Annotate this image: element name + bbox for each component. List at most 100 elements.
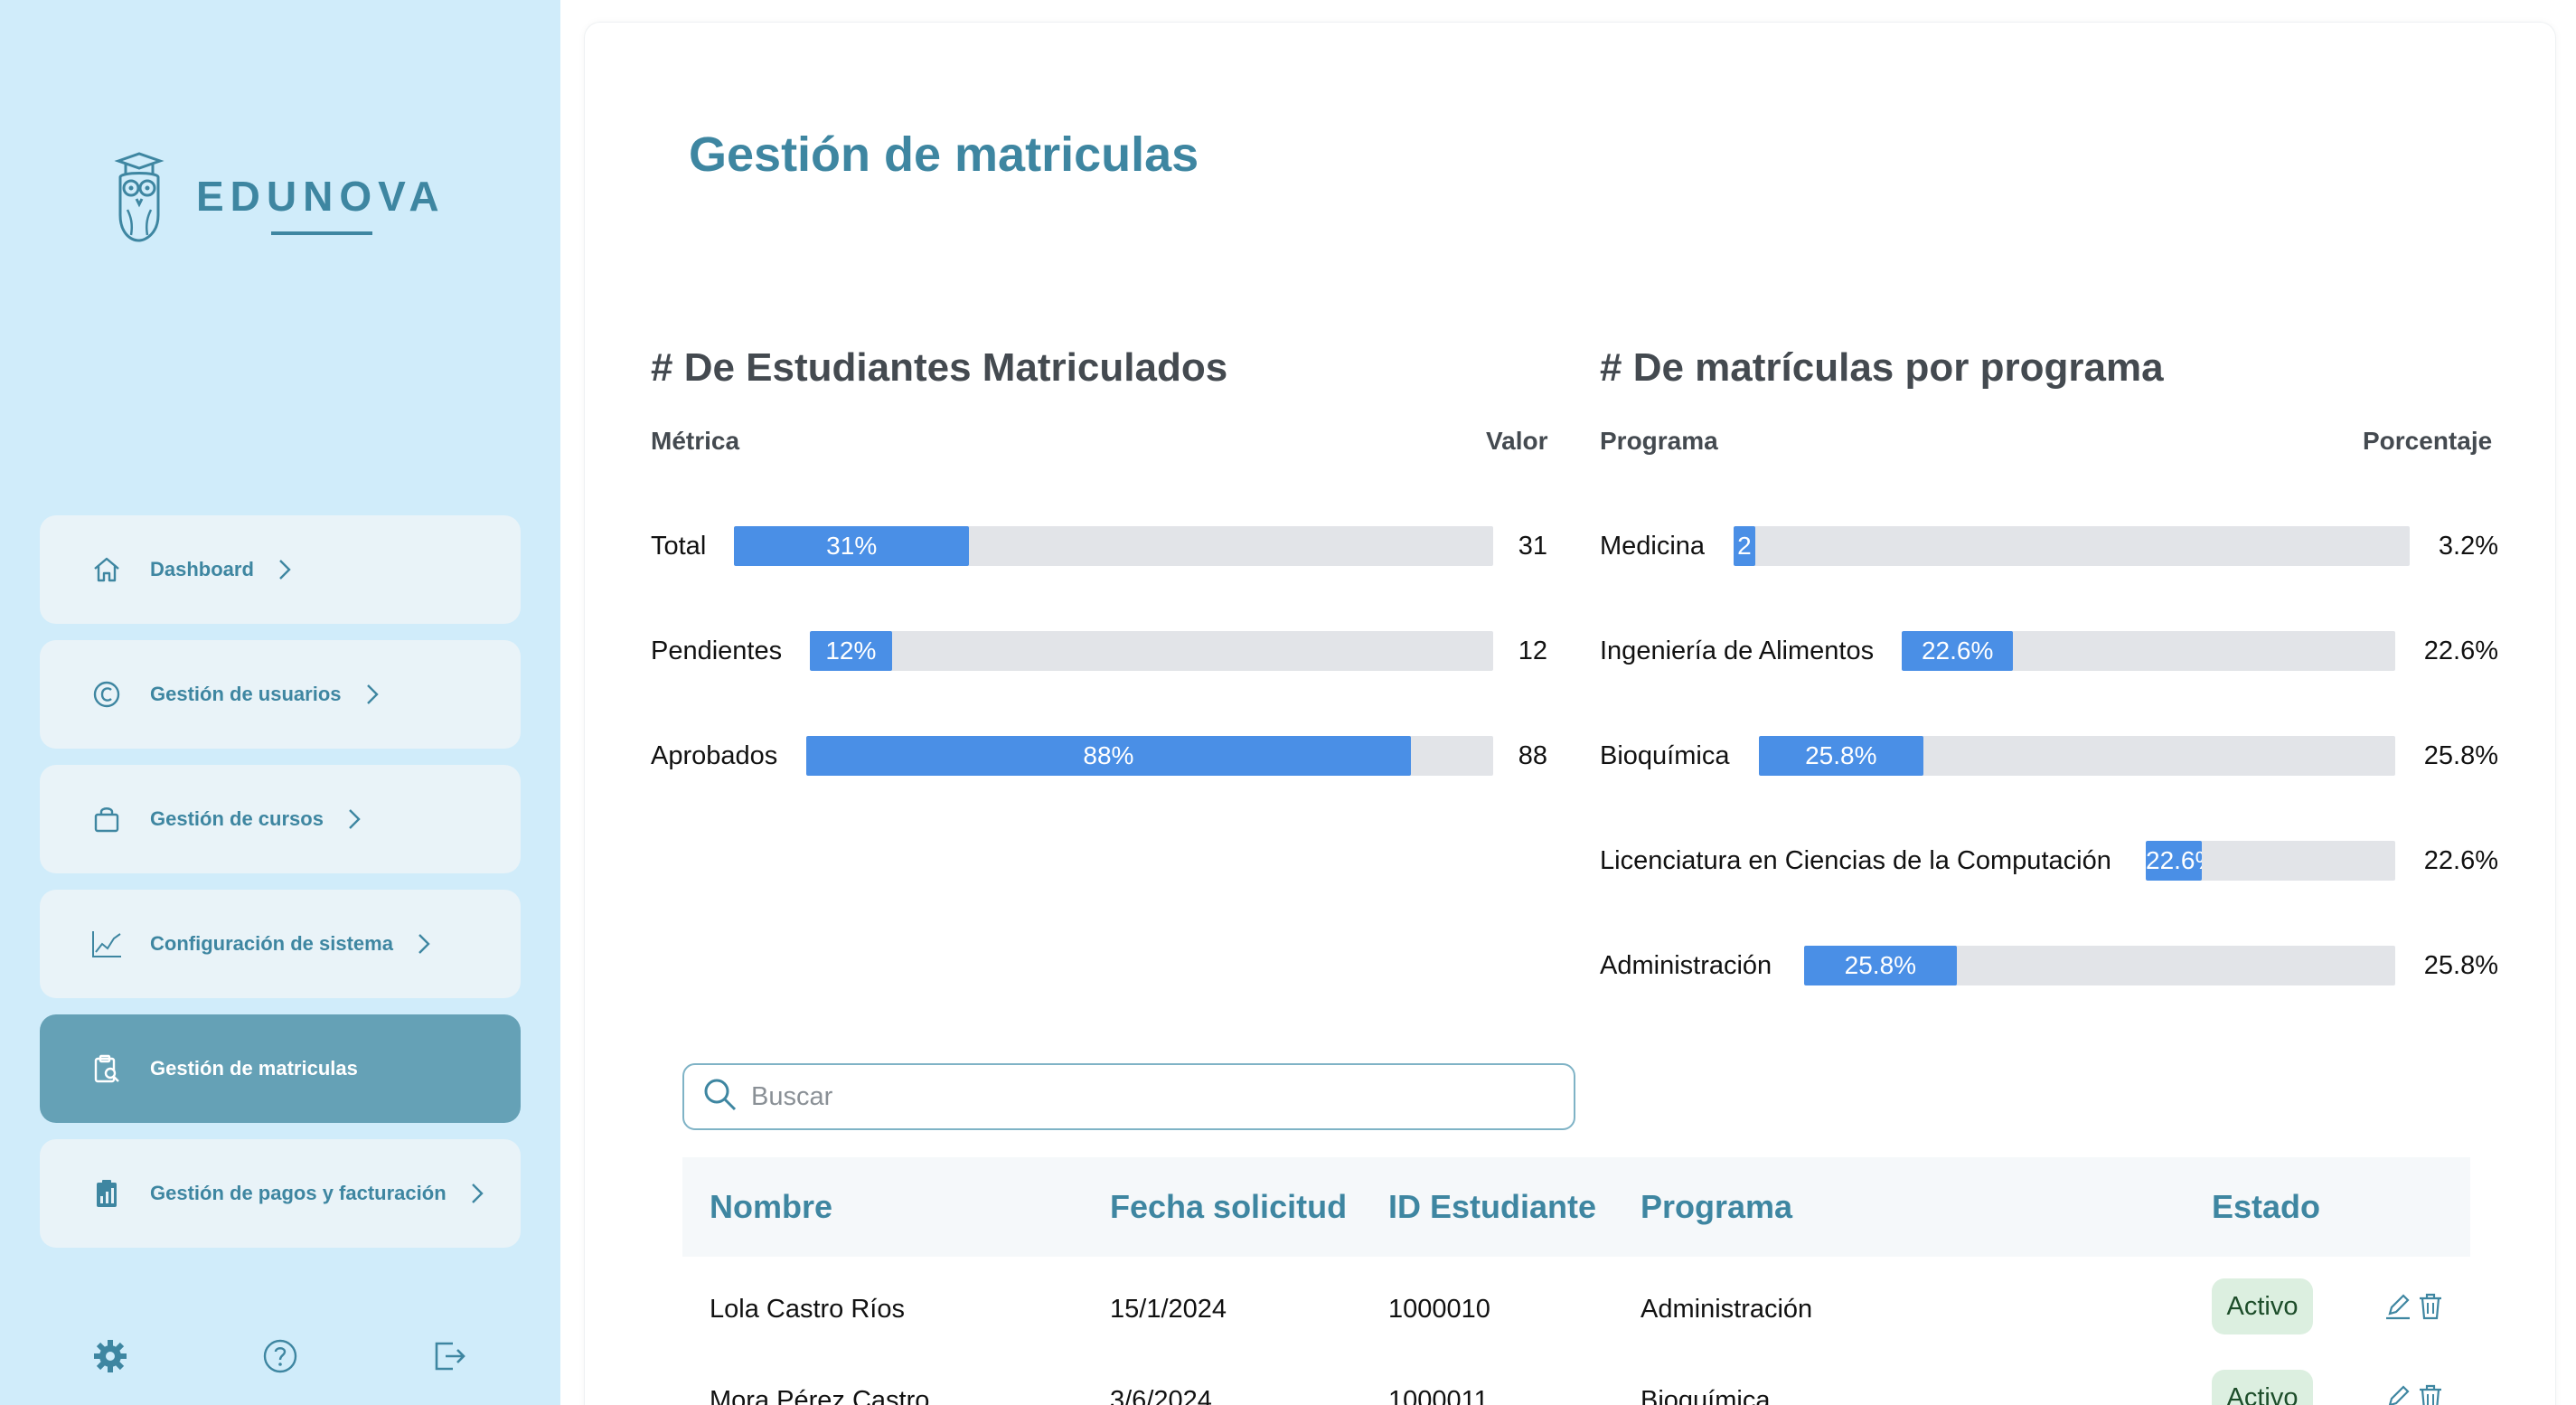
search-icon — [702, 1077, 738, 1117]
chevron-right-icon — [470, 1182, 484, 1205]
metric-value: 88 — [1518, 741, 1547, 770]
edit-icon[interactable] — [2383, 1382, 2412, 1405]
progress-label: 22.6% — [1921, 636, 1994, 665]
progress-fill: 12% — [810, 631, 892, 671]
search-box[interactable] — [682, 1063, 1575, 1130]
table-row[interactable]: Lola Castro Ríos 15/1/2024 1000010 Admin… — [682, 1269, 2470, 1360]
program-percent: 25.8% — [2423, 741, 2498, 770]
bag-icon — [90, 803, 123, 835]
program-label: Bioquímica — [1600, 741, 1730, 770]
program-column-header: Programa — [1600, 427, 1718, 455]
table-header: Nombre Fecha solicitud ID Estudiante Pro… — [682, 1157, 2470, 1257]
progress-label: 12% — [825, 636, 877, 665]
column-header-date[interactable]: Fecha solicitud — [1110, 1188, 1347, 1226]
progress-bar: 31% — [734, 526, 1493, 566]
brand-name: EDUNOVA — [196, 173, 446, 220]
help-icon[interactable] — [260, 1336, 300, 1376]
sidebar-item-enrollments[interactable]: Gestión de matriculas — [40, 1014, 521, 1123]
progress-label: 88% — [1083, 741, 1134, 769]
brand-logo: EDUNOVA — [113, 152, 456, 242]
gear-icon[interactable] — [90, 1336, 130, 1376]
student-name: Lola Castro Ríos — [710, 1295, 905, 1324]
column-header-id[interactable]: ID Estudiante — [1388, 1188, 1596, 1226]
table-row[interactable]: Mora Pérez Castro 3/6/2024 1000011 Bioqu… — [682, 1361, 2470, 1405]
percent-column-header: Porcentaje — [2363, 427, 2493, 455]
program-percent: 22.6% — [2423, 846, 2498, 875]
column-header-name[interactable]: Nombre — [710, 1188, 832, 1226]
metric-value: 12 — [1518, 636, 1547, 665]
progress-bar: 2 — [1734, 526, 2410, 566]
sidebar-item-label: Configuración de sistema — [150, 932, 393, 955]
value-column-header: Valor — [1486, 427, 1548, 455]
program-label: Administración — [1600, 951, 1772, 980]
column-header-status[interactable]: Estado — [2212, 1188, 2320, 1226]
sidebar-item-label: Gestión de matriculas — [150, 1057, 358, 1080]
progress-label: 2 — [1737, 532, 1752, 560]
program-label: Licenciatura en Ciencias de la Computaci… — [1600, 846, 2111, 875]
page-title: Gestión de matriculas — [689, 127, 1199, 182]
metric-label: Total — [651, 532, 707, 561]
sidebar-item-payments[interactable]: Gestión de pagos y facturación — [40, 1139, 521, 1248]
progress-label: 31% — [826, 532, 878, 560]
program-label: Medicina — [1600, 532, 1706, 561]
program-name: Bioquímica — [1641, 1386, 1771, 1405]
status-badge: Activo — [2212, 1278, 2313, 1334]
edit-icon[interactable] — [2383, 1291, 2412, 1322]
progress-fill: 22.6% — [2146, 841, 2203, 881]
owl-logo-icon — [114, 152, 165, 242]
sidebar-nav: Dashboard Gestión de usuarios Gestión de… — [40, 515, 521, 1264]
progress-bar: 22.6% — [1902, 631, 2395, 671]
metric-label: Pendientes — [651, 636, 783, 665]
chevron-right-icon — [347, 807, 362, 831]
progress-fill: 88% — [806, 736, 1411, 776]
chart-line-icon — [90, 928, 123, 960]
request-date: 15/1/2024 — [1110, 1295, 1227, 1324]
brand-underline — [271, 231, 372, 235]
sidebar-item-dashboard[interactable]: Dashboard — [40, 515, 521, 624]
search-input[interactable] — [751, 1081, 1565, 1112]
program-label: Ingeniería de Alimentos — [1600, 636, 1875, 665]
progress-fill: 31% — [734, 526, 970, 566]
progress-bar: 25.8% — [1804, 946, 2395, 985]
column-header-program[interactable]: Programa — [1641, 1188, 1792, 1226]
users-icon — [90, 678, 123, 711]
progress-bar: 22.6% — [2146, 841, 2395, 881]
delete-icon[interactable] — [2416, 1382, 2445, 1405]
sidebar-footer — [90, 1336, 470, 1381]
logout-icon[interactable] — [429, 1336, 469, 1376]
request-date: 3/6/2024 — [1110, 1386, 1212, 1405]
progress-label: 25.8% — [1844, 951, 1917, 979]
progress-bar: 25.8% — [1759, 736, 2395, 776]
metric-column-header: Métrica — [651, 427, 740, 455]
student-id: 1000010 — [1388, 1295, 1490, 1324]
sidebar: EDUNOVA Dashboard Gestión de usuarios Ge… — [0, 0, 560, 1405]
sidebar-item-courses[interactable]: Gestión de cursos — [40, 765, 521, 873]
program-name: Administración — [1641, 1295, 1813, 1324]
report-icon — [90, 1177, 123, 1210]
progress-fill: 22.6% — [1902, 631, 2014, 671]
clipboard-search-icon — [90, 1052, 123, 1085]
chevron-right-icon — [417, 932, 431, 956]
progress-fill: 2 — [1734, 526, 1755, 566]
sidebar-item-label: Gestión de cursos — [150, 807, 324, 830]
program-percent: 22.6% — [2423, 636, 2498, 665]
student-name: Mora Pérez Castro — [710, 1386, 930, 1405]
program-percent: 25.8% — [2423, 951, 2498, 980]
progress-bar: 88% — [806, 736, 1493, 776]
sidebar-item-system-config[interactable]: Configuración de sistema — [40, 890, 521, 998]
progress-bar: 12% — [810, 631, 1493, 671]
delete-icon[interactable] — [2416, 1291, 2445, 1322]
home-icon — [90, 553, 123, 586]
status-badge: Activo — [2212, 1370, 2313, 1405]
sidebar-item-users[interactable]: Gestión de usuarios — [40, 640, 521, 749]
progress-fill: 25.8% — [1759, 736, 1923, 776]
sidebar-item-label: Dashboard — [150, 558, 254, 580]
progress-label: 25.8% — [1805, 741, 1877, 769]
enrolled-panel-title: # De Estudiantes Matriculados — [651, 345, 1228, 390]
program-percent: 3.2% — [2438, 532, 2498, 561]
sidebar-item-label: Gestión de usuarios — [150, 683, 342, 705]
sidebar-item-label: Gestión de pagos y facturación — [150, 1182, 447, 1204]
chevron-right-icon — [277, 558, 292, 581]
progress-label: 22.6% — [2146, 846, 2202, 874]
student-id: 1000011 — [1388, 1386, 1489, 1405]
